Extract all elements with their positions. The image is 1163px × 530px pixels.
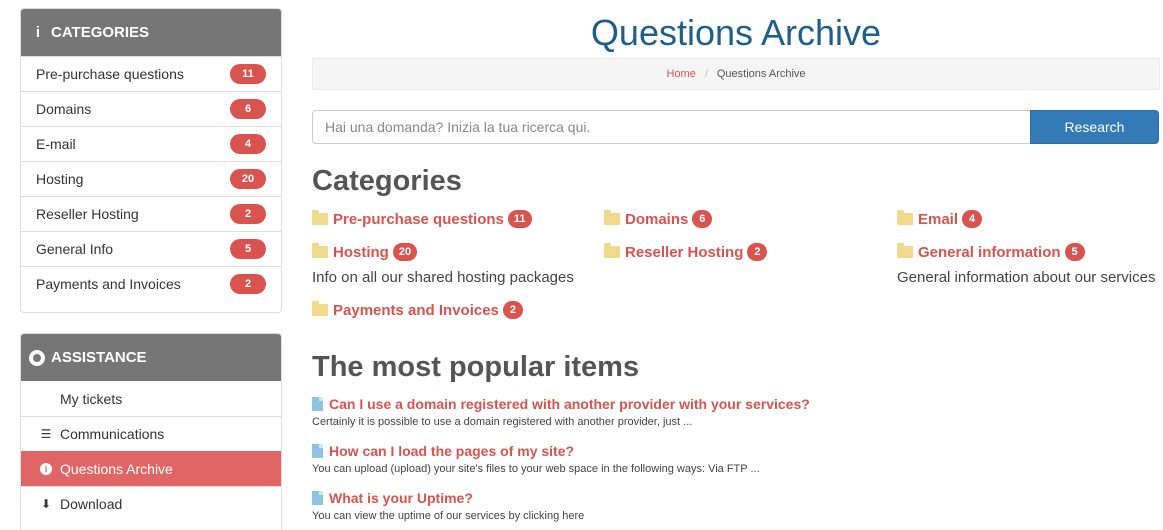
- popular-item-link[interactable]: Can I use a domain registered with anoth…: [312, 396, 810, 412]
- count-badge: 2: [230, 274, 266, 294]
- sidebar-item-pre-purchase[interactable]: Pre-purchase questions 11: [21, 56, 281, 91]
- lifering-icon: [29, 349, 45, 366]
- sidebar-item-general-info[interactable]: General Info 5: [21, 231, 281, 266]
- folder-icon: [604, 243, 620, 258]
- assistance-panel-header: ASSISTANCE: [21, 334, 281, 381]
- sidebar-item-reseller-hosting[interactable]: Reseller Hosting 2: [21, 196, 281, 231]
- count-badge: 5: [230, 239, 266, 259]
- count-badge: 4: [962, 210, 983, 228]
- count-badge: 11: [507, 210, 532, 228]
- count-badge: 4: [230, 134, 266, 154]
- categories-panel: i CATEGORIES Pre-purchase questions 11 Do…: [20, 8, 282, 313]
- assistance-panel: ASSISTANCE My tickets ☰ Communications i…: [20, 333, 282, 530]
- folder-icon: [312, 301, 328, 316]
- count-badge: 6: [692, 210, 713, 228]
- popular-item: Can I use a domain registered with anoth…: [312, 396, 810, 428]
- count-badge: 2: [502, 301, 523, 319]
- sidebar-item-questions-archive[interactable]: i Questions Archive: [21, 451, 281, 486]
- info-icon: i: [40, 463, 52, 475]
- popular-item-snippet: You can upload (upload) your site's file…: [312, 463, 760, 475]
- assistance-heading: ASSISTANCE: [51, 349, 147, 366]
- category-link-email[interactable]: Email 4: [897, 210, 983, 228]
- sidebar-item-communications[interactable]: ☰ Communications: [21, 416, 281, 451]
- popular-item-snippet: Certainly it is possible to use a domain…: [312, 416, 693, 428]
- count-badge: 20: [392, 243, 418, 261]
- count-badge: 5: [1064, 243, 1085, 261]
- sidebar-item-payments[interactable]: Payments and Invoices 2: [21, 266, 281, 301]
- page-title: Questions Archive: [590, 12, 882, 53]
- download-icon: ⬇: [40, 497, 52, 511]
- category-desc-hosting: Info on all our shared hosting packages: [312, 269, 574, 286]
- category-link-reseller-hosting[interactable]: Reseller Hosting 2: [604, 243, 768, 261]
- breadcrumb-current: Questions Archive: [716, 68, 806, 80]
- breadcrumb-separator: /: [704, 68, 708, 80]
- popular-item-link[interactable]: What is your Uptime?: [312, 490, 584, 506]
- research-button[interactable]: Research: [1030, 110, 1159, 144]
- count-badge: 20: [230, 169, 266, 189]
- category-link-hosting[interactable]: Hosting 20: [312, 243, 418, 261]
- breadcrumb-home-link[interactable]: Home: [666, 68, 695, 80]
- folder-icon: [604, 210, 620, 225]
- category-link-payments[interactable]: Payments and Invoices 2: [312, 301, 523, 319]
- categories-heading-main: Categories: [312, 165, 462, 197]
- folder-icon: [897, 243, 913, 258]
- sidebar-item-download[interactable]: ⬇ Download: [21, 486, 281, 521]
- count-badge: 2: [230, 204, 266, 224]
- search-input[interactable]: [312, 110, 1032, 144]
- list-icon: ☰: [40, 427, 52, 441]
- document-icon: [312, 491, 323, 505]
- folder-icon: [312, 210, 328, 225]
- popular-item-snippet: You can view the uptime of our services …: [312, 510, 585, 522]
- count-badge: 2: [747, 243, 768, 261]
- popular-item: How can I load the pages of my site? You…: [312, 443, 760, 475]
- category-link-domains[interactable]: Domains 6: [604, 210, 713, 228]
- count-badge: 11: [230, 64, 266, 84]
- category-link-general-information[interactable]: General information 5: [897, 243, 1085, 261]
- category-desc-general-information: General information about our services: [897, 269, 1156, 286]
- sidebar-item-email[interactable]: E-mail 4: [21, 126, 281, 161]
- sidebar-item-my-tickets[interactable]: My tickets: [21, 381, 281, 416]
- sidebar-item-hosting[interactable]: Hosting 20: [21, 161, 281, 196]
- category-link-pre-purchase[interactable]: Pre-purchase questions 11: [312, 210, 532, 228]
- document-icon: [312, 444, 323, 458]
- categories-heading: CATEGORIES: [51, 24, 150, 41]
- count-badge: 6: [230, 99, 266, 119]
- popular-item: What is your Uptime? You can view the up…: [312, 490, 584, 522]
- popular-heading: The most popular items: [312, 351, 640, 383]
- categories-panel-header: i CATEGORIES: [21, 9, 281, 56]
- breadcrumb: Home / Questions Archive: [312, 58, 1160, 90]
- info-icon: i: [35, 24, 41, 41]
- sidebar-item-domains[interactable]: Domains 6: [21, 91, 281, 126]
- folder-icon: [897, 210, 913, 225]
- document-icon: [312, 397, 323, 411]
- folder-icon: [312, 243, 328, 258]
- popular-item-link[interactable]: How can I load the pages of my site?: [312, 443, 760, 459]
